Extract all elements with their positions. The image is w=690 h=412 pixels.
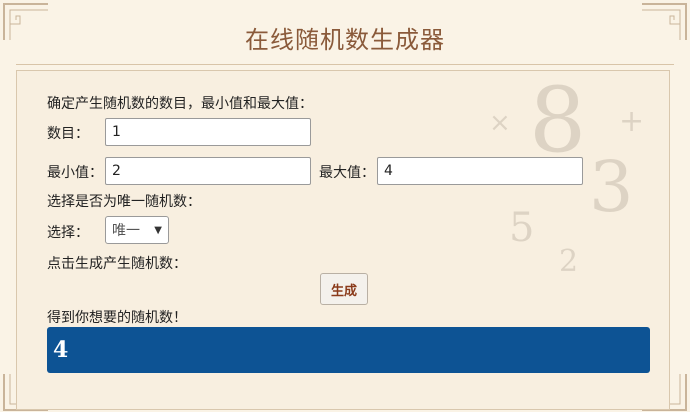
svg-text:×: × [489, 108, 511, 138]
instructions-text: 确定产生随机数的数目，最小值和最大值： [47, 96, 313, 112]
min-label: 最小值： [47, 165, 103, 181]
count-label: 数目： [47, 126, 89, 142]
result-display: 4 [47, 327, 650, 373]
svg-text:+: + [619, 104, 644, 139]
result-prompt: 得到你想要的随机数！ [47, 310, 187, 326]
min-input[interactable] [105, 157, 311, 185]
count-input[interactable] [105, 118, 311, 146]
page-title: 在线随机数生成器 [245, 26, 445, 54]
title-divider [16, 64, 674, 65]
svg-text:2: 2 [559, 244, 578, 279]
unique-select[interactable]: 唯一 ▼ [105, 216, 169, 244]
result-value: 4 [53, 337, 69, 363]
max-label: 最大值： [319, 165, 375, 181]
max-input[interactable] [377, 157, 583, 185]
chevron-down-icon: ▼ [154, 224, 162, 236]
generate-prompt: 点击生成产生随机数： [47, 256, 187, 272]
unique-select-value: 唯一 [112, 223, 140, 239]
svg-text:5: 5 [509, 205, 534, 251]
generate-button[interactable]: 生成 [320, 273, 368, 305]
generator-panel: 8 3 5 2 + × 确定产生随机数的数目，最小值和最大值： 数目： 最小值：… [16, 70, 670, 410]
svg-text:3: 3 [589, 146, 634, 228]
numbers-decoration-icon: 8 3 5 2 + × [489, 71, 644, 279]
unique-prompt: 选择是否为唯一随机数： [47, 194, 201, 210]
choice-label: 选择： [47, 225, 89, 241]
page-frame: 在线随机数生成器 8 3 5 2 + × 确定产生随机数的数目，最小值和最大值：… [0, 0, 690, 412]
